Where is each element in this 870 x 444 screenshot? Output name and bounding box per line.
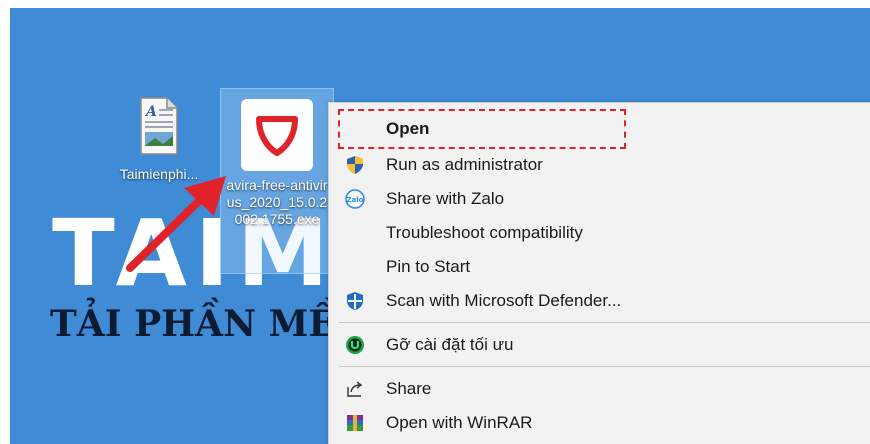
menu-item-scan-defender[interactable]: Scan with Microsoft Defender...	[329, 284, 870, 318]
menu-item-pin-to-start[interactable]: Pin to Start	[329, 250, 870, 284]
menu-item-label: Open	[386, 119, 430, 138]
uac-shield-icon	[345, 155, 365, 175]
menu-item-label: Scan with Microsoft Defender...	[386, 291, 622, 310]
menu-item-open-winrar[interactable]: Open with WinRAR	[329, 406, 870, 440]
menu-item-troubleshoot[interactable]: Troubleshoot compatibility	[329, 216, 870, 250]
document-icon: A	[137, 96, 181, 156]
menu-item-label: Open with WinRAR	[386, 413, 533, 432]
svg-text:A: A	[144, 104, 157, 120]
winrar-icon	[345, 413, 365, 433]
zalo-icon: Zalo	[345, 189, 365, 209]
menu-item-label: Run as administrator	[386, 155, 543, 174]
menu-item-run-as-admin[interactable]: Run as administrator	[329, 148, 870, 182]
menu-item-label: Gỡ cài đặt tối ưu	[386, 335, 514, 354]
menu-item-label: Pin to Start	[386, 257, 471, 276]
desktop: TAIMI TẢI PHẦN MỀM A Taimienphi... avira…	[10, 8, 870, 444]
menu-item-uninstall[interactable]: Gỡ cài đặt tối ưu	[329, 328, 870, 362]
annotation-arrow-icon	[126, 176, 226, 272]
avira-icon	[241, 99, 313, 171]
menu-separator	[339, 366, 870, 367]
uninstall-icon	[345, 335, 365, 355]
desktop-icon-avira-installer[interactable]: avira-free-antivirus_2020_15.0.2002.1755…	[220, 88, 334, 274]
menu-item-share-zalo[interactable]: Zalo Share with Zalo	[329, 182, 870, 216]
menu-item-label: Share	[386, 379, 432, 398]
menu-item-open[interactable]: Open	[329, 112, 870, 146]
menu-item-label: Troubleshoot compatibility	[386, 223, 583, 242]
wallpaper-slogan: TẢI PHẦN MỀM	[50, 303, 376, 345]
defender-icon	[345, 291, 365, 311]
menu-item-share[interactable]: Share	[329, 372, 870, 406]
context-menu: Open Run as administrator Zalo Share wit…	[328, 102, 870, 444]
svg-text:Zalo: Zalo	[346, 196, 363, 204]
desktop-icon-label: avira-free-antivirus_2020_15.0.2002.1755…	[226, 177, 328, 227]
menu-separator	[339, 322, 870, 323]
menu-item-label: Share with Zalo	[386, 189, 505, 208]
share-icon	[345, 379, 365, 399]
